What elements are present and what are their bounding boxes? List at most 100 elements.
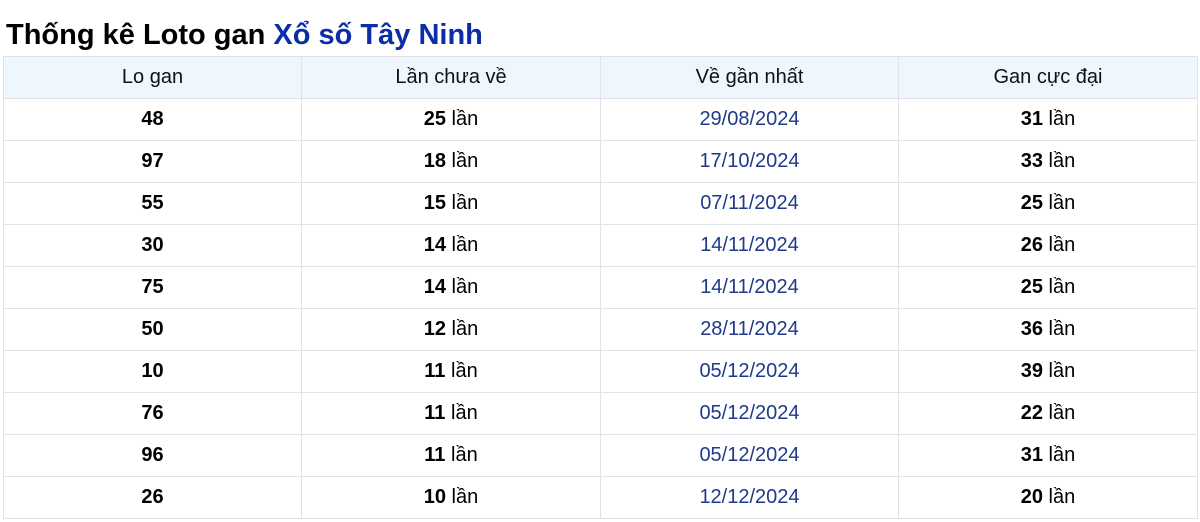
missing-count-cell: 10 lần <box>301 476 601 519</box>
lo-number: 50 <box>3 308 302 351</box>
unit-label: lần <box>1048 444 1076 466</box>
last-date: 29/08/2024 <box>600 98 899 141</box>
missing-count: 11 <box>424 360 446 382</box>
max-gan-cell: 33 lần <box>898 140 1198 183</box>
last-date: 14/11/2024 <box>600 224 899 267</box>
max-gan-count: 36 <box>1020 318 1043 340</box>
table-row: 26 10 lần 12/12/2024 20 lần <box>3 476 1198 519</box>
unit-label: lần <box>451 108 479 130</box>
last-date: 14/11/2024 <box>600 266 899 309</box>
missing-count: 18 <box>423 150 446 172</box>
unit-label: lần <box>451 150 479 172</box>
lo-number: 97 <box>3 140 302 183</box>
missing-count-cell: 14 lần <box>301 224 601 267</box>
loto-gan-table: Lo gan Lần chưa về Về gần nhất Gan cực đ… <box>3 56 1198 519</box>
unit-label: lần <box>451 486 479 508</box>
max-gan-cell: 25 lần <box>898 182 1198 225</box>
missing-count: 14 <box>423 276 446 298</box>
last-date: 05/12/2024 <box>600 392 899 435</box>
lo-number: 48 <box>3 98 302 141</box>
max-gan-count: 25 <box>1020 276 1043 298</box>
missing-count: 10 <box>423 486 446 508</box>
header-max-gan: Gan cực đại <box>898 56 1198 99</box>
unit-label: lần <box>1048 108 1076 130</box>
max-gan-count: 26 <box>1020 234 1043 256</box>
last-date: 05/12/2024 <box>600 350 899 393</box>
max-gan-cell: 39 lần <box>898 350 1198 393</box>
missing-count: 15 <box>423 192 446 214</box>
missing-count: 11 <box>424 444 446 466</box>
missing-count: 14 <box>423 234 446 256</box>
lo-number: 75 <box>3 266 302 309</box>
unit-label: lần <box>1048 192 1076 214</box>
unit-label: lần <box>451 444 478 466</box>
missing-count-cell: 11 lần <box>301 350 601 393</box>
page-title: Thống kê Loto gan Xổ số Tây Ninh <box>0 0 1200 51</box>
table-row: 75 14 lần 14/11/2024 25 lần <box>3 266 1198 309</box>
unit-label: lần <box>451 360 478 382</box>
lo-number: 55 <box>3 182 302 225</box>
last-date: 17/10/2024 <box>600 140 899 183</box>
header-lo-gan: Lo gan <box>3 56 302 99</box>
unit-label: lần <box>451 276 479 298</box>
table-row: 55 15 lần 07/11/2024 25 lần <box>3 182 1198 225</box>
last-date: 07/11/2024 <box>600 182 899 225</box>
max-gan-cell: 20 lần <box>898 476 1198 519</box>
table-row: 48 25 lần 29/08/2024 31 lần <box>3 98 1198 141</box>
table-row: 76 11 lần 05/12/2024 22 lần <box>3 392 1198 435</box>
unit-label: lần <box>1048 318 1076 340</box>
unit-label: lần <box>1048 150 1076 172</box>
unit-label: lần <box>451 402 478 424</box>
title-prefix: Thống kê Loto gan <box>6 19 274 51</box>
header-missing-count: Lần chưa về <box>301 56 601 99</box>
unit-label: lần <box>1048 234 1076 256</box>
unit-label: lần <box>1048 360 1076 382</box>
header-last-date: Về gần nhất <box>600 56 899 99</box>
unit-label: lần <box>451 234 479 256</box>
max-gan-cell: 25 lần <box>898 266 1198 309</box>
missing-count-cell: 25 lần <box>301 98 601 141</box>
max-gan-count: 20 <box>1020 486 1043 508</box>
lo-number: 10 <box>3 350 302 393</box>
max-gan-cell: 31 lần <box>898 98 1198 141</box>
lo-number: 30 <box>3 224 302 267</box>
max-gan-count: 22 <box>1020 402 1043 424</box>
table-row: 50 12 lần 28/11/2024 36 lần <box>3 308 1198 351</box>
lo-number: 96 <box>3 434 302 477</box>
missing-count: 11 <box>424 402 446 424</box>
max-gan-cell: 31 lần <box>898 434 1198 477</box>
unit-label: lần <box>1048 486 1076 508</box>
max-gan-count: 31 <box>1020 444 1043 466</box>
table-header-row: Lo gan Lần chưa về Về gần nhất Gan cực đ… <box>3 56 1198 99</box>
missing-count-cell: 15 lần <box>301 182 601 225</box>
lottery-link[interactable]: Xổ số Tây Ninh <box>273 19 482 51</box>
max-gan-count: 39 <box>1020 360 1043 382</box>
last-date: 28/11/2024 <box>600 308 899 351</box>
max-gan-cell: 22 lần <box>898 392 1198 435</box>
missing-count: 12 <box>423 318 446 340</box>
last-date: 12/12/2024 <box>600 476 899 519</box>
missing-count-cell: 14 lần <box>301 266 601 309</box>
missing-count-cell: 12 lần <box>301 308 601 351</box>
table-row: 97 18 lần 17/10/2024 33 lần <box>3 140 1198 183</box>
table-row: 10 11 lần 05/12/2024 39 lần <box>3 350 1198 393</box>
unit-label: lần <box>1048 402 1076 424</box>
missing-count-cell: 11 lần <box>301 392 601 435</box>
max-gan-cell: 26 lần <box>898 224 1198 267</box>
missing-count-cell: 11 lần <box>301 434 601 477</box>
max-gan-cell: 36 lần <box>898 308 1198 351</box>
missing-count-cell: 18 lần <box>301 140 601 183</box>
lo-number: 26 <box>3 476 302 519</box>
unit-label: lần <box>451 318 479 340</box>
last-date: 05/12/2024 <box>600 434 899 477</box>
unit-label: lần <box>451 192 479 214</box>
unit-label: lần <box>1048 276 1076 298</box>
table-body: 48 25 lần 29/08/2024 31 lần 97 18 lần 17/10/20… <box>3 98 1198 519</box>
table-row: 30 14 lần 14/11/2024 26 lần <box>3 224 1198 267</box>
lo-number: 76 <box>3 392 302 435</box>
table-row: 96 11 lần 05/12/2024 31 lần <box>3 434 1198 477</box>
max-gan-count: 31 <box>1020 108 1043 130</box>
max-gan-count: 25 <box>1020 192 1043 214</box>
max-gan-count: 33 <box>1020 150 1043 172</box>
missing-count: 25 <box>423 108 446 130</box>
